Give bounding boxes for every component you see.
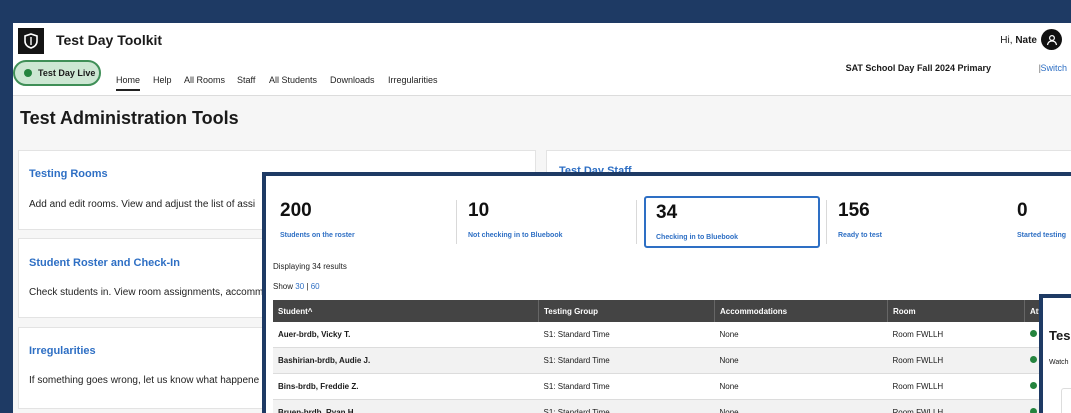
table-row[interactable]: Bashirian-brdb, Audie J. S1: Standard Ti…	[273, 347, 1071, 374]
stat-students-on-roster[interactable]: 200 Students on the roster	[270, 196, 450, 248]
nav-help[interactable]: Help	[153, 75, 172, 85]
stat-label: Students on the roster	[280, 232, 355, 239]
irregularities-desc: If something goes wrong, let us know wha…	[29, 375, 260, 386]
col-student[interactable]: Student^	[273, 300, 539, 322]
nav-bar: Test Day Live Home Help All Rooms Staff …	[13, 57, 1071, 96]
stat-label: Not checking in to Bluebook	[468, 232, 563, 239]
results-count: Displaying 34 results	[273, 262, 347, 271]
accommodations: None	[714, 347, 888, 374]
show-separator: |	[306, 282, 309, 291]
roster-table: Student^ Testing Group Accommodations Ro…	[273, 300, 1071, 413]
col-testing-group[interactable]: Testing Group	[538, 300, 715, 322]
side-panel-content: Tes Watch	[1043, 298, 1071, 413]
switch-event-link[interactable]: Switch	[1040, 63, 1067, 73]
table-row[interactable]: Bins-brdb, Freddie Z. S1: Standard Time …	[273, 373, 1071, 400]
room: Room FWLLH	[887, 347, 1025, 374]
stat-divider	[636, 200, 637, 244]
room: Room FWLLH	[887, 373, 1025, 400]
stat-not-checking-in[interactable]: 10 Not checking in to Bluebook	[458, 196, 638, 248]
table-row[interactable]: Bruen-brdb, Ryan H. S1: Standard Time No…	[273, 399, 1071, 413]
room: Room FWLLH	[887, 399, 1025, 413]
testing-rooms-desc: Add and edit rooms. View and adjust the …	[29, 199, 256, 210]
testing-group: S1: Standard Time	[538, 347, 715, 374]
nav-home[interactable]: Home	[116, 75, 141, 91]
show-30-option[interactable]: 30	[295, 282, 304, 291]
student-name[interactable]: Bins-brdb, Freddie Z.	[273, 373, 539, 400]
stat-value: 0	[1017, 200, 1028, 221]
testing-group: S1: Standard Time	[538, 322, 715, 348]
student-roster-link[interactable]: Student Roster and Check-In	[29, 257, 180, 269]
student-name[interactable]: Bruen-brdb, Ryan H.	[273, 399, 539, 413]
page-title: Test Administration Tools	[20, 108, 239, 128]
show-label: Show	[273, 282, 294, 291]
shield-logo-icon[interactable]	[18, 28, 44, 54]
col-accommodations[interactable]: Accommodations	[714, 300, 888, 322]
test-day-live-status[interactable]: Test Day Live	[13, 60, 101, 86]
table-header-row: Student^ Testing Group Accommodations Ro…	[273, 300, 1071, 322]
stat-value: 10	[468, 200, 490, 221]
table-row[interactable]: Auer-brdb, Vicky T. S1: Standard Time No…	[273, 322, 1071, 348]
accommodations: None	[714, 373, 888, 400]
col-room[interactable]: Room	[887, 300, 1025, 322]
nav-all-students[interactable]: All Students	[269, 75, 317, 85]
sort-asc-icon: ^	[307, 306, 313, 316]
side-panel-tile[interactable]	[1061, 388, 1071, 413]
nav-irregularities[interactable]: Irregularities	[388, 75, 438, 85]
student-name[interactable]: Bashirian-brdb, Audie J.	[273, 347, 539, 374]
col-student-label: Student	[278, 306, 308, 316]
nav-staff[interactable]: Staff	[237, 75, 255, 85]
stat-value: 156	[838, 200, 870, 221]
testing-rooms-link[interactable]: Testing Rooms	[29, 168, 108, 180]
attendance-status-icon	[1029, 330, 1037, 337]
app-title: Test Day Toolkit	[56, 32, 163, 48]
stat-divider	[456, 200, 457, 244]
nav-all-rooms[interactable]: All Rooms	[184, 75, 225, 85]
stat-checking-in[interactable]: 34 Checking in to Bluebook	[644, 196, 820, 248]
roster-panel-content: 200 Students on the roster 10 Not checki…	[266, 176, 1071, 413]
greeting-prefix: Hi,	[1000, 35, 1013, 46]
stat-ready-to-test[interactable]: 156 Ready to test	[828, 196, 1008, 248]
side-panel-title: Tes	[1049, 328, 1071, 343]
live-dot-icon	[24, 69, 32, 77]
stat-value: 34	[656, 202, 678, 223]
attendance-status-icon	[1029, 356, 1037, 363]
user-greeting: Hi, Nate	[1000, 35, 1037, 46]
accommodations: None	[714, 322, 888, 348]
student-roster-desc: Check students in. View room assignments…	[29, 287, 264, 298]
testing-group: S1: Standard Time	[538, 399, 715, 413]
side-panel-subtitle: Watch	[1049, 359, 1069, 366]
room: Room FWLLH	[887, 322, 1025, 348]
nav-downloads[interactable]: Downloads	[330, 75, 375, 85]
stat-label: Started testing	[1017, 232, 1067, 239]
stat-started-testing[interactable]: 0 Started testing	[1007, 196, 1071, 248]
roster-panel: 200 Students on the roster 10 Not checki…	[262, 172, 1071, 413]
show-60-option[interactable]: 60	[311, 282, 320, 291]
stat-divider	[826, 200, 827, 244]
user-avatar-icon[interactable]	[1041, 29, 1062, 50]
user-name: Nate	[1015, 35, 1037, 46]
accommodations: None	[714, 399, 888, 413]
side-panel: Tes Watch	[1039, 294, 1071, 413]
status-pill-label: Test Day Live	[38, 68, 96, 78]
stat-label: Checking in to Bluebook	[656, 234, 739, 241]
stat-label: Ready to test	[838, 232, 882, 239]
attendance-status-icon	[1029, 408, 1037, 413]
student-name[interactable]: Auer-brdb, Vicky T.	[273, 322, 539, 348]
page-size-selector: Show 30 | 60	[273, 282, 320, 291]
testing-group: S1: Standard Time	[538, 373, 715, 400]
test-event-name: SAT School Day Fall 2024 Primary	[845, 63, 991, 73]
stat-value: 200	[280, 200, 312, 221]
top-bar: Test Day Toolkit Hi, Nate	[13, 23, 1071, 58]
attendance-status-icon	[1029, 382, 1037, 389]
irregularities-link[interactable]: Irregularities	[29, 345, 96, 357]
